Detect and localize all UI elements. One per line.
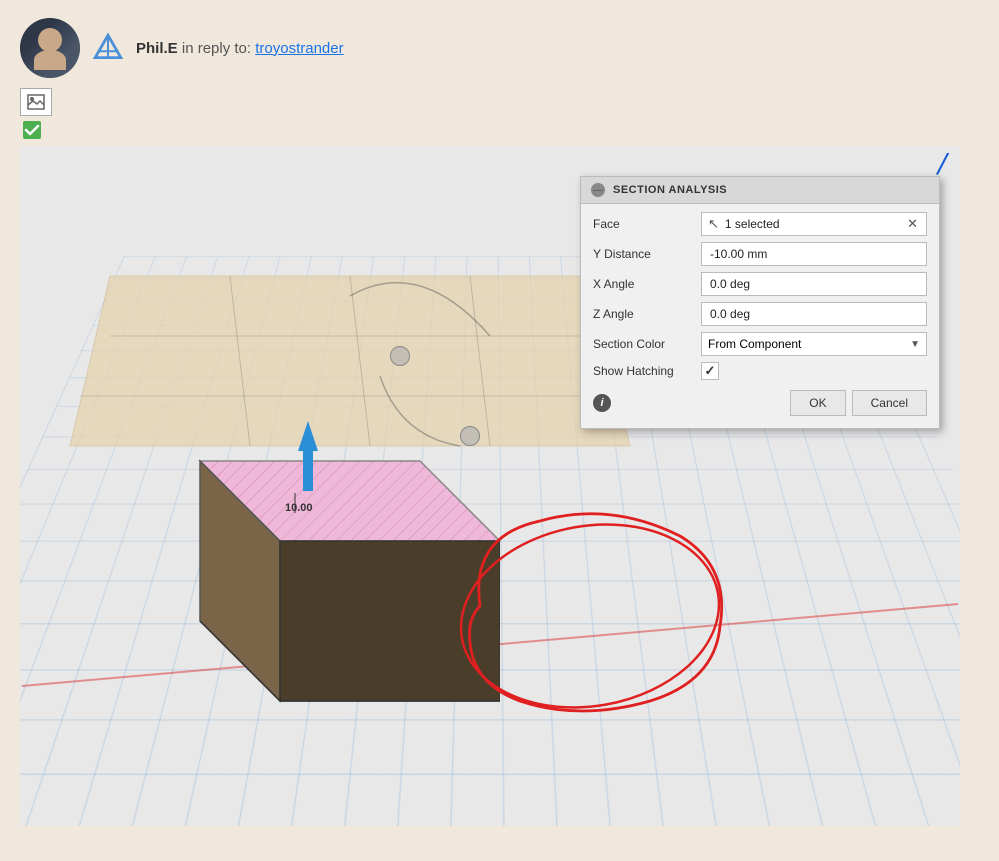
show-hatching-checkbox[interactable]: ✓	[701, 362, 719, 380]
section-analysis-dialog: — SECTION ANALYSIS Face ↖ 1 selected ✕ Y…	[580, 176, 940, 429]
info-icon[interactable]: i	[593, 394, 611, 412]
cursor-icon: ↖	[708, 216, 719, 232]
face-label: Face	[593, 217, 693, 231]
z-angle-input[interactable]	[701, 302, 927, 326]
z-angle-label: Z Angle	[593, 307, 693, 321]
z-angle-row: Z Angle	[593, 302, 927, 326]
face-selector[interactable]: ↖ 1 selected ✕	[701, 212, 927, 236]
orbit-handle-2[interactable]	[460, 426, 480, 446]
avatar	[20, 18, 80, 78]
checkmark-icon: ✓	[705, 363, 716, 379]
3d-box-svg: 10.00	[80, 401, 500, 741]
section-color-select[interactable]: From Component ▼	[701, 332, 927, 356]
show-hatching-label: Show Hatching	[593, 364, 693, 378]
image-icon-svg	[27, 94, 45, 110]
dropdown-arrow-icon: ▼	[910, 339, 920, 350]
dialog-footer: i OK Cancel	[593, 386, 927, 416]
avatar-image	[20, 18, 80, 78]
post-header: Phil.E in reply to: troyostrander	[0, 0, 999, 88]
face-row: Face ↖ 1 selected ✕	[593, 212, 927, 236]
3d-box: 10.00	[80, 401, 500, 746]
check-mark-icon[interactable]	[20, 118, 44, 142]
autodesk-logo-icon	[92, 32, 124, 64]
svg-text:10.00: 10.00	[285, 502, 313, 514]
y-distance-input[interactable]	[701, 242, 927, 266]
dialog-body: Face ↖ 1 selected ✕ Y Distance X Angle	[581, 204, 939, 428]
dialog-titlebar: — SECTION ANALYSIS	[581, 177, 939, 204]
section-color-value: From Component	[708, 337, 801, 351]
reply-prefix: in reply to:	[182, 40, 251, 57]
image-icon[interactable]	[20, 88, 52, 116]
show-hatching-checkbox-container: ✓	[701, 362, 719, 380]
y-distance-label: Y Distance	[593, 247, 693, 261]
viewport-corner-marker: ╱	[937, 154, 948, 175]
dialog-minimize-button[interactable]: —	[591, 183, 605, 197]
3d-viewport[interactable]: ╱	[20, 146, 960, 826]
post-attribution: Phil.E in reply to: troyostrander	[136, 40, 344, 57]
face-selected-value: 1 selected	[725, 217, 780, 231]
section-color-row: Section Color From Component ▼	[593, 332, 927, 356]
show-hatching-row: Show Hatching ✓	[593, 362, 927, 380]
x-angle-row: X Angle	[593, 272, 927, 296]
x-angle-label: X Angle	[593, 277, 693, 291]
x-angle-input[interactable]	[701, 272, 927, 296]
reply-username[interactable]: troyostrander	[255, 40, 343, 57]
toolbar-icons	[0, 88, 999, 142]
ok-button[interactable]: OK	[790, 390, 845, 416]
author-name: Phil.E	[136, 40, 178, 57]
dialog-title: SECTION ANALYSIS	[613, 184, 727, 196]
check-svg	[22, 120, 42, 140]
orbit-handle-1[interactable]	[390, 346, 410, 366]
face-clear-button[interactable]: ✕	[905, 216, 920, 232]
y-distance-row: Y Distance	[593, 242, 927, 266]
cancel-button[interactable]: Cancel	[852, 390, 927, 416]
main-content-area: ╱	[20, 146, 979, 826]
section-color-label: Section Color	[593, 337, 693, 351]
